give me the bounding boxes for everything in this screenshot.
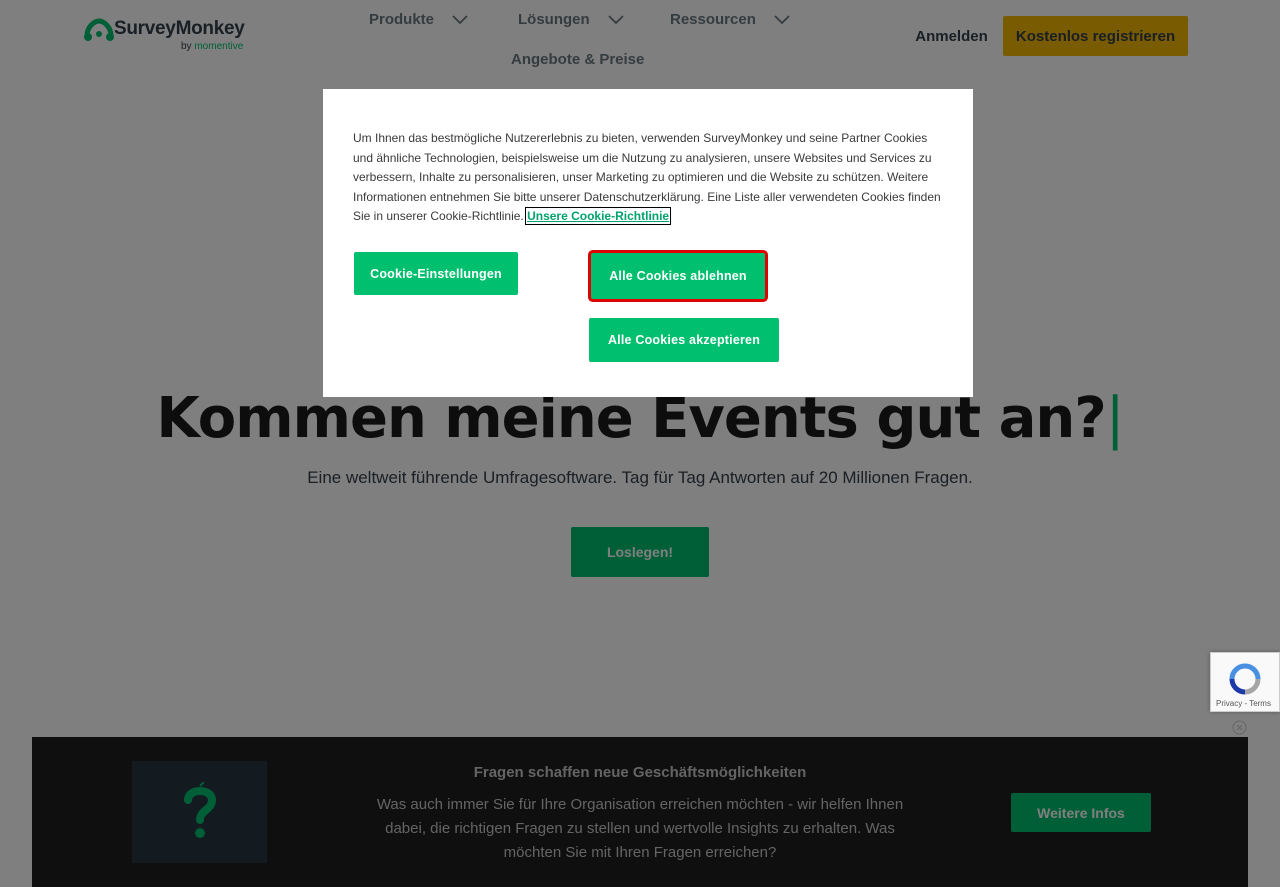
accept-all-cookies-button[interactable]: Alle Cookies akzeptieren	[589, 318, 779, 362]
recaptcha-badge[interactable]: Privacy - Terms	[1210, 652, 1280, 712]
recaptcha-terms[interactable]: Privacy - Terms	[1216, 699, 1271, 708]
reject-all-cookies-button[interactable]: Alle Cookies ablehnen	[591, 253, 765, 299]
cookie-consent-dialog: Um Ihnen das bestmögliche Nutzererlebnis…	[323, 89, 973, 397]
cookie-policy-link[interactable]: Unsere Cookie-Richtlinie	[525, 207, 672, 225]
cookie-settings-button[interactable]: Cookie-Einstellungen	[354, 252, 518, 295]
close-icon[interactable]	[1232, 720, 1247, 735]
recaptcha-icon	[1229, 663, 1261, 695]
cookie-consent-text: Um Ihnen das bestmögliche Nutzererlebnis…	[353, 129, 945, 227]
